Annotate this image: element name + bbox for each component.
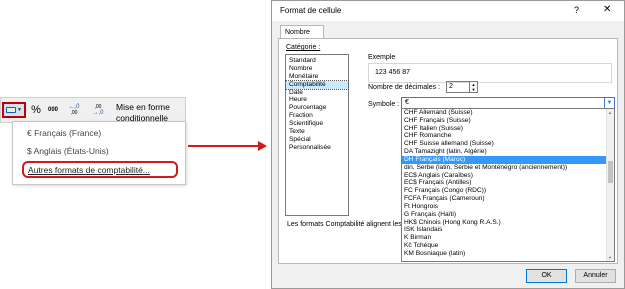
category-item[interactable]: Monétaire xyxy=(286,73,348,81)
dropdown-scrollbar[interactable]: ▲ ▼ xyxy=(606,109,614,261)
category-item[interactable]: Texte xyxy=(286,128,348,136)
symbol-label: Symbole : xyxy=(368,101,400,108)
symbol-option[interactable]: K Birman xyxy=(402,234,614,242)
symbol-option[interactable]: Kč Tchèque xyxy=(402,242,614,250)
decimals-input[interactable]: 2 xyxy=(446,81,470,93)
category-label: Catégorie : xyxy=(286,44,321,51)
decimals-spinner[interactable]: ▲ ▼ xyxy=(469,81,478,93)
annotation-arrow-head-icon xyxy=(258,141,267,151)
category-item[interactable]: Standard xyxy=(286,57,348,65)
category-item[interactable]: Fraction xyxy=(286,112,348,120)
spin-down-icon[interactable]: ▼ xyxy=(470,87,477,92)
decrease-decimal-bottom-label: →,0 xyxy=(92,110,104,116)
scroll-up-icon[interactable]: ▲ xyxy=(608,110,612,115)
symbol-option[interactable]: CHF Suisse allemand (Suisse) xyxy=(402,140,614,148)
scroll-thumb[interactable] xyxy=(608,161,613,183)
category-item[interactable]: Pourcentage xyxy=(286,104,348,112)
symbol-option[interactable]: ISK Islandais xyxy=(402,226,614,234)
accounting-format-menu: € Français (France) $ Anglais (États-Uni… xyxy=(12,121,186,185)
category-item-selected[interactable]: Comptabilité xyxy=(285,79,349,90)
symbol-option[interactable]: CHF Français (Suisse) xyxy=(402,117,614,125)
category-item[interactable]: Date xyxy=(286,89,348,97)
symbol-option[interactable]: G Français (Haïti) xyxy=(402,211,614,219)
menu-item-euro-france[interactable]: € Français (France) xyxy=(27,128,101,138)
symbol-dropdown-list[interactable]: CHF Allemand (Suisse) CHF Français (Suis… xyxy=(401,108,615,262)
symbol-option[interactable]: FCFA Français (Cameroun) xyxy=(402,195,614,203)
format-cells-dialog: Format de cellule ? ✕ Nombre Catégorie :… xyxy=(271,0,625,289)
decimals-label: Nombre de décimales : xyxy=(368,84,440,91)
category-item[interactable]: Heure xyxy=(286,96,348,104)
accounting-format-button[interactable]: ▼ xyxy=(2,102,26,118)
cancel-button[interactable]: Annuler xyxy=(575,269,616,283)
help-button[interactable]: ? xyxy=(574,5,579,15)
symbol-option[interactable]: KM Bosniaque (latin) xyxy=(402,250,614,258)
symbol-option[interactable]: Ft Hongrois xyxy=(402,203,614,211)
chevron-down-icon: ▼ xyxy=(17,107,22,113)
decrease-decimal-button[interactable]: ,00 →,0 xyxy=(87,102,109,118)
increase-decimal-button[interactable]: ←,0 ,00 xyxy=(63,102,85,118)
category-item[interactable]: Spécial xyxy=(286,136,348,144)
symbol-option[interactable]: HK$ Chinois (Hong Kong R.A.S.) xyxy=(402,219,614,227)
example-label: Exemple xyxy=(368,54,396,61)
annotation-arrow-line xyxy=(188,145,260,147)
increase-decimal-bottom-label: ,00 xyxy=(70,110,78,116)
menu-item-dollar-us[interactable]: $ Anglais (États-Unis) xyxy=(27,146,109,156)
symbol-option[interactable]: EC$ Anglais (Caraïbes) xyxy=(402,172,614,180)
ok-button[interactable]: OK xyxy=(526,269,567,283)
symbol-option[interactable]: din. Serbe (latin, Serbie et Monténégro … xyxy=(402,164,614,172)
symbol-option[interactable]: CHF Allemand (Suisse) xyxy=(402,109,614,117)
chevron-down-icon[interactable]: ▼ xyxy=(604,98,614,108)
money-icon xyxy=(6,107,17,113)
category-list[interactable]: Standard Nombre Monétaire Comptabilité D… xyxy=(285,54,349,216)
menu-item-more-accounting-formats[interactable]: Autres formats de comptabilité... xyxy=(28,165,150,175)
symbol-option[interactable]: DA Tamazight (latin, Algérie) xyxy=(402,148,614,156)
close-button[interactable]: ✕ xyxy=(603,4,611,15)
symbol-option[interactable]: CHF Romanche xyxy=(402,132,614,140)
category-item[interactable]: Personnalisée xyxy=(286,144,348,152)
conditional-format-line1: Mise en forme xyxy=(116,102,170,112)
example-value: 123 456 87 xyxy=(375,69,411,76)
comma-style-button[interactable]: 000 xyxy=(44,102,62,118)
dialog-title: Format de cellule xyxy=(280,6,342,15)
symbol-option[interactable]: FC Français (Congo (RDC)) xyxy=(402,187,614,195)
number-format-ribbon: ▼ % 000 ←,0 ,00 ,00 →,0 Mise en forme co… xyxy=(0,97,186,123)
category-item[interactable]: Nombre xyxy=(286,65,348,73)
dialog-titlebar: Format de cellule ? ✕ xyxy=(272,1,624,21)
example-box: 123 456 87 xyxy=(368,63,612,83)
symbol-select-value: € xyxy=(405,99,409,106)
tab-number[interactable]: Nombre xyxy=(280,25,324,39)
symbol-option[interactable]: EC$ Français (Antilles) xyxy=(402,179,614,187)
format-description: Les formats Comptabilité alignent les xyxy=(287,221,402,228)
scroll-down-icon[interactable]: ▼ xyxy=(608,255,612,260)
percent-style-button[interactable]: % xyxy=(29,102,43,118)
category-item[interactable]: Scientifique xyxy=(286,120,348,128)
symbol-option-selected[interactable]: DH Français (Maroc) xyxy=(402,155,614,164)
symbol-option[interactable]: CHF Italien (Suisse) xyxy=(402,125,614,133)
